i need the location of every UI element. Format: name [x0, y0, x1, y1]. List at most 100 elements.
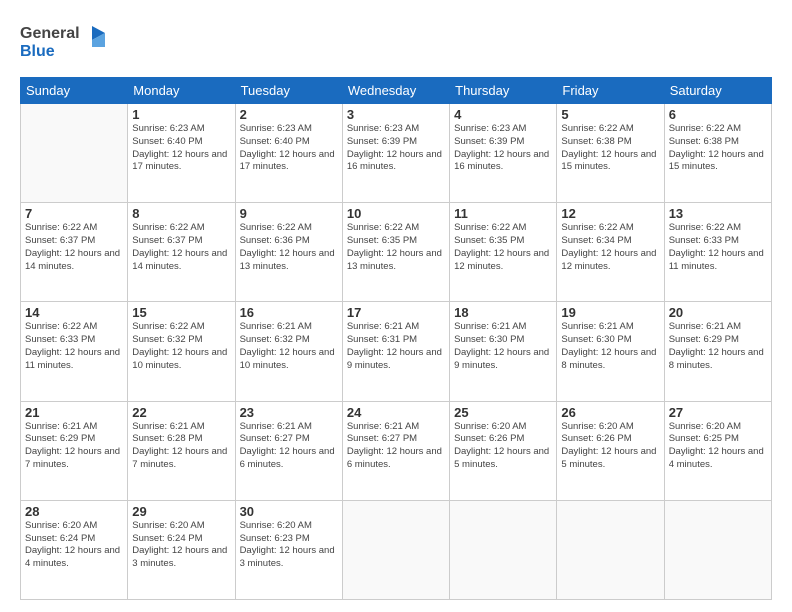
day-info: Sunrise: 6:20 AM Sunset: 6:26 PM Dayligh…	[454, 421, 552, 472]
calendar-cell	[557, 500, 664, 599]
day-info: Sunrise: 6:22 AM Sunset: 6:33 PM Dayligh…	[669, 222, 767, 273]
calendar-cell: 19Sunrise: 6:21 AM Sunset: 6:30 PM Dayli…	[557, 302, 664, 401]
calendar-cell: 7Sunrise: 6:22 AM Sunset: 6:37 PM Daylig…	[21, 203, 128, 302]
calendar-cell: 28Sunrise: 6:20 AM Sunset: 6:24 PM Dayli…	[21, 500, 128, 599]
day-info: Sunrise: 6:20 AM Sunset: 6:24 PM Dayligh…	[132, 520, 230, 571]
day-number: 4	[454, 107, 552, 122]
day-number: 18	[454, 305, 552, 320]
calendar-table: SundayMondayTuesdayWednesdayThursdayFrid…	[20, 77, 772, 600]
day-info: Sunrise: 6:21 AM Sunset: 6:29 PM Dayligh…	[25, 421, 123, 472]
day-number: 22	[132, 405, 230, 420]
day-info: Sunrise: 6:22 AM Sunset: 6:35 PM Dayligh…	[347, 222, 445, 273]
calendar-header-wednesday: Wednesday	[342, 78, 449, 104]
day-number: 23	[240, 405, 338, 420]
day-number: 26	[561, 405, 659, 420]
calendar-cell: 14Sunrise: 6:22 AM Sunset: 6:33 PM Dayli…	[21, 302, 128, 401]
day-info: Sunrise: 6:21 AM Sunset: 6:31 PM Dayligh…	[347, 321, 445, 372]
calendar-week-row: 7Sunrise: 6:22 AM Sunset: 6:37 PM Daylig…	[21, 203, 772, 302]
calendar-cell	[342, 500, 449, 599]
calendar-cell: 22Sunrise: 6:21 AM Sunset: 6:28 PM Dayli…	[128, 401, 235, 500]
day-info: Sunrise: 6:23 AM Sunset: 6:39 PM Dayligh…	[454, 123, 552, 174]
calendar-cell: 26Sunrise: 6:20 AM Sunset: 6:26 PM Dayli…	[557, 401, 664, 500]
day-info: Sunrise: 6:21 AM Sunset: 6:32 PM Dayligh…	[240, 321, 338, 372]
calendar-cell: 20Sunrise: 6:21 AM Sunset: 6:29 PM Dayli…	[664, 302, 771, 401]
calendar-cell: 15Sunrise: 6:22 AM Sunset: 6:32 PM Dayli…	[128, 302, 235, 401]
day-number: 13	[669, 206, 767, 221]
day-number: 21	[25, 405, 123, 420]
calendar-cell: 24Sunrise: 6:21 AM Sunset: 6:27 PM Dayli…	[342, 401, 449, 500]
day-number: 17	[347, 305, 445, 320]
day-info: Sunrise: 6:21 AM Sunset: 6:27 PM Dayligh…	[240, 421, 338, 472]
day-number: 14	[25, 305, 123, 320]
day-number: 27	[669, 405, 767, 420]
calendar-cell: 25Sunrise: 6:20 AM Sunset: 6:26 PM Dayli…	[450, 401, 557, 500]
day-number: 25	[454, 405, 552, 420]
calendar-cell: 11Sunrise: 6:22 AM Sunset: 6:35 PM Dayli…	[450, 203, 557, 302]
calendar-cell: 23Sunrise: 6:21 AM Sunset: 6:27 PM Dayli…	[235, 401, 342, 500]
day-info: Sunrise: 6:20 AM Sunset: 6:24 PM Dayligh…	[25, 520, 123, 571]
day-number: 19	[561, 305, 659, 320]
day-info: Sunrise: 6:22 AM Sunset: 6:37 PM Dayligh…	[25, 222, 123, 273]
page: General Blue SundayMondayTuesdayWednesda…	[0, 0, 792, 612]
svg-text:General: General	[20, 25, 80, 42]
day-number: 9	[240, 206, 338, 221]
calendar-cell: 27Sunrise: 6:20 AM Sunset: 6:25 PM Dayli…	[664, 401, 771, 500]
calendar-cell: 21Sunrise: 6:21 AM Sunset: 6:29 PM Dayli…	[21, 401, 128, 500]
day-number: 30	[240, 504, 338, 519]
day-number: 6	[669, 107, 767, 122]
day-number: 24	[347, 405, 445, 420]
calendar-cell	[21, 104, 128, 203]
logo-text: General Blue	[20, 18, 110, 67]
day-info: Sunrise: 6:21 AM Sunset: 6:27 PM Dayligh…	[347, 421, 445, 472]
day-number: 11	[454, 206, 552, 221]
day-info: Sunrise: 6:21 AM Sunset: 6:30 PM Dayligh…	[454, 321, 552, 372]
calendar-week-row: 14Sunrise: 6:22 AM Sunset: 6:33 PM Dayli…	[21, 302, 772, 401]
calendar-cell: 10Sunrise: 6:22 AM Sunset: 6:35 PM Dayli…	[342, 203, 449, 302]
calendar-header-monday: Monday	[128, 78, 235, 104]
day-info: Sunrise: 6:22 AM Sunset: 6:36 PM Dayligh…	[240, 222, 338, 273]
calendar-week-row: 21Sunrise: 6:21 AM Sunset: 6:29 PM Dayli…	[21, 401, 772, 500]
day-number: 16	[240, 305, 338, 320]
calendar-cell: 6Sunrise: 6:22 AM Sunset: 6:38 PM Daylig…	[664, 104, 771, 203]
day-info: Sunrise: 6:20 AM Sunset: 6:25 PM Dayligh…	[669, 421, 767, 472]
calendar-week-row: 28Sunrise: 6:20 AM Sunset: 6:24 PM Dayli…	[21, 500, 772, 599]
calendar-cell: 12Sunrise: 6:22 AM Sunset: 6:34 PM Dayli…	[557, 203, 664, 302]
calendar-header-friday: Friday	[557, 78, 664, 104]
day-info: Sunrise: 6:23 AM Sunset: 6:40 PM Dayligh…	[240, 123, 338, 174]
day-info: Sunrise: 6:22 AM Sunset: 6:33 PM Dayligh…	[25, 321, 123, 372]
calendar-header-sunday: Sunday	[21, 78, 128, 104]
day-info: Sunrise: 6:21 AM Sunset: 6:30 PM Dayligh…	[561, 321, 659, 372]
calendar-cell: 4Sunrise: 6:23 AM Sunset: 6:39 PM Daylig…	[450, 104, 557, 203]
day-info: Sunrise: 6:21 AM Sunset: 6:28 PM Dayligh…	[132, 421, 230, 472]
day-number: 10	[347, 206, 445, 221]
day-number: 1	[132, 107, 230, 122]
day-number: 29	[132, 504, 230, 519]
day-number: 5	[561, 107, 659, 122]
day-info: Sunrise: 6:23 AM Sunset: 6:40 PM Dayligh…	[132, 123, 230, 174]
calendar-cell: 17Sunrise: 6:21 AM Sunset: 6:31 PM Dayli…	[342, 302, 449, 401]
calendar-cell: 18Sunrise: 6:21 AM Sunset: 6:30 PM Dayli…	[450, 302, 557, 401]
logo: General Blue	[20, 18, 110, 67]
calendar-cell: 13Sunrise: 6:22 AM Sunset: 6:33 PM Dayli…	[664, 203, 771, 302]
day-number: 20	[669, 305, 767, 320]
day-info: Sunrise: 6:22 AM Sunset: 6:35 PM Dayligh…	[454, 222, 552, 273]
day-number: 7	[25, 206, 123, 221]
logo-icon: General Blue	[20, 18, 110, 62]
day-number: 28	[25, 504, 123, 519]
header: General Blue	[20, 18, 772, 67]
calendar-cell: 1Sunrise: 6:23 AM Sunset: 6:40 PM Daylig…	[128, 104, 235, 203]
calendar-cell: 8Sunrise: 6:22 AM Sunset: 6:37 PM Daylig…	[128, 203, 235, 302]
calendar-cell	[450, 500, 557, 599]
day-info: Sunrise: 6:23 AM Sunset: 6:39 PM Dayligh…	[347, 123, 445, 174]
calendar-header-row: SundayMondayTuesdayWednesdayThursdayFrid…	[21, 78, 772, 104]
day-info: Sunrise: 6:20 AM Sunset: 6:23 PM Dayligh…	[240, 520, 338, 571]
day-info: Sunrise: 6:22 AM Sunset: 6:34 PM Dayligh…	[561, 222, 659, 273]
calendar-cell: 30Sunrise: 6:20 AM Sunset: 6:23 PM Dayli…	[235, 500, 342, 599]
day-info: Sunrise: 6:21 AM Sunset: 6:29 PM Dayligh…	[669, 321, 767, 372]
day-info: Sunrise: 6:22 AM Sunset: 6:38 PM Dayligh…	[669, 123, 767, 174]
day-number: 8	[132, 206, 230, 221]
calendar-cell	[664, 500, 771, 599]
day-number: 12	[561, 206, 659, 221]
day-info: Sunrise: 6:22 AM Sunset: 6:37 PM Dayligh…	[132, 222, 230, 273]
day-info: Sunrise: 6:22 AM Sunset: 6:38 PM Dayligh…	[561, 123, 659, 174]
